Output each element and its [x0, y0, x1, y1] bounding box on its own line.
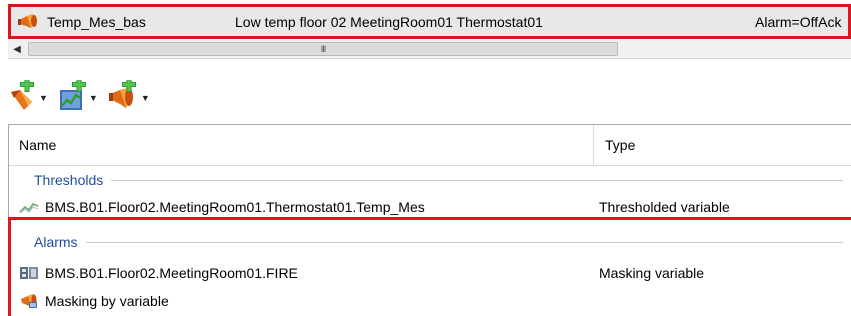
group-divider: [85, 241, 843, 243]
chevron-down-icon: ▼: [39, 93, 48, 103]
group-label: Thresholds: [34, 172, 104, 188]
alarm-status: Alarm=OffAck: [755, 13, 842, 30]
row-name: BMS.B01.Floor02.MeetingRoom01.Thermostat…: [45, 199, 425, 215]
alarm-horn-icon: [18, 13, 37, 28]
row-type: Thresholded variable: [599, 199, 730, 215]
group-label: Alarms: [34, 234, 78, 250]
add-threshold-button[interactable]: ▼: [8, 78, 48, 114]
row-name: BMS.B01.Floor02.MeetingRoom01.FIRE: [45, 265, 298, 281]
add-alarm-icon: [108, 80, 136, 108]
column-header-name[interactable]: Name: [9, 125, 594, 165]
chevron-down-icon: ▼: [140, 93, 150, 103]
grid-header: Name Type: [9, 125, 851, 166]
alarm-description: Low temp floor 02 MeetingRoom01 Thermost…: [235, 13, 543, 30]
table-row[interactable]: BMS.B01.Floor02.MeetingRoom01.FIRE Maski…: [9, 260, 851, 286]
chevron-down-icon: ▼: [88, 93, 98, 103]
add-variable-icon: [59, 80, 86, 110]
table-row[interactable]: Masking by variable: [9, 288, 851, 314]
group-header-alarms[interactable]: Alarms: [9, 228, 851, 256]
scroll-left-icon[interactable]: ◀: [8, 40, 26, 58]
alarm-row[interactable]: Temp_Mes_bas Low temp floor 02 MeetingRo…: [8, 4, 851, 39]
trend-icon: [19, 203, 39, 214]
alarm-name: Temp_Mes_bas: [47, 13, 146, 30]
masking-variable-icon: [20, 267, 38, 279]
add-alarm-button[interactable]: ▼: [108, 78, 150, 114]
alarm-horn-icon: [21, 294, 37, 308]
row-type: Masking variable: [599, 265, 705, 281]
add-threshold-icon: [11, 80, 34, 110]
row-name: Masking by variable: [45, 293, 169, 309]
scrollbar-thumb[interactable]: III: [28, 42, 618, 56]
group-header-thresholds[interactable]: Thresholds: [9, 166, 851, 194]
horizontal-scrollbar[interactable]: ◀ III: [8, 40, 851, 59]
column-header-type[interactable]: Type: [594, 125, 851, 165]
scrollbar-grip: III: [320, 44, 326, 54]
group-divider: [111, 179, 843, 181]
toolbar: ▼ ▼ ▼: [8, 74, 150, 118]
links-grid: Name Type Thresholds BMS.B01.Floor02.Mee…: [8, 124, 851, 316]
add-variable-button[interactable]: ▼: [58, 78, 98, 114]
table-row[interactable]: BMS.B01.Floor02.MeetingRoom01.Thermostat…: [9, 194, 851, 220]
